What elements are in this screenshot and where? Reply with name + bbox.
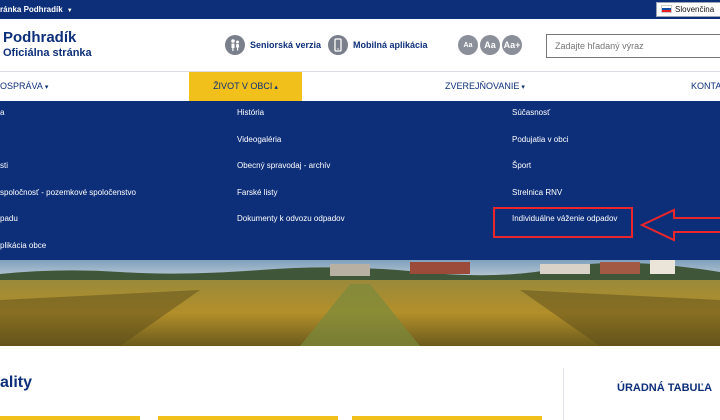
section-title-aktuality: ality [0, 374, 33, 391]
menu-item-podujatia[interactable]: Podujatia v obci [512, 135, 568, 144]
annotation-highlight-box [493, 207, 633, 238]
chevron-down-icon: ▾ [44, 84, 49, 91]
senior-icon [225, 35, 245, 55]
language-label: Slovenčina [675, 5, 715, 14]
menu-item-farske-listy[interactable]: Farské listy [237, 188, 277, 197]
site-header: Podhradík Oficiálna stránka Seniorská ve… [0, 19, 720, 71]
card-accent-bar [0, 416, 140, 420]
menu-item-dokumenty-odpady[interactable]: Dokumenty k odvozu odpadov [237, 214, 345, 223]
nav-label: OSPRÁVA [0, 81, 43, 91]
content-area: ality ÚRADNÁ TABUĽA [0, 346, 720, 420]
nav-item-samosprava[interactable]: OSPRÁVA ▾ [0, 72, 48, 101]
nav-label: KONTA [691, 81, 720, 91]
section-title-uradna-tabula[interactable]: ÚRADNÁ TABUĽA [617, 382, 712, 394]
site-switcher[interactable]: ránka Podhradík ▼ [0, 0, 73, 19]
mobile-app-label: Mobilná aplikácia [353, 40, 428, 50]
card-accent-bar [158, 416, 338, 420]
font-size-large-button[interactable]: Aa+ [502, 35, 522, 55]
menu-item[interactable]: sti [0, 161, 8, 170]
caret-down-icon: ▼ [66, 8, 73, 14]
search-input[interactable] [546, 34, 720, 58]
top-bar: ránka Podhradík ▼ Slovenčina [0, 0, 720, 19]
annotation-arrow-icon [639, 208, 720, 242]
column-divider [563, 368, 564, 420]
menu-item[interactable]: a [0, 108, 4, 117]
site-subtitle: Oficiálna stránka [3, 47, 92, 59]
senior-version-link[interactable]: Seniorská verzia [225, 34, 321, 56]
site-title[interactable]: Podhradík [3, 29, 76, 46]
hero-village-photo [0, 260, 720, 346]
menu-item-sport[interactable]: Šport [512, 161, 531, 170]
slovak-flag-icon [661, 5, 672, 13]
chevron-down-icon: ▾ [521, 84, 525, 91]
language-selector[interactable]: Slovenčina [656, 2, 720, 17]
menu-item-sucasnost[interactable]: Súčasnosť [512, 108, 550, 117]
mobile-app-link[interactable]: Mobilná aplikácia [328, 34, 428, 56]
site-switcher-label: ránka Podhradík [0, 5, 63, 14]
menu-item-obecny-spravodaj[interactable]: Obecný spravodaj - archív [237, 161, 330, 170]
menu-item[interactable]: padu [0, 214, 18, 223]
chevron-up-icon: ▴ [274, 84, 278, 91]
font-size-small-button[interactable]: Aa [458, 35, 478, 55]
senior-version-label: Seniorská verzia [250, 40, 322, 50]
nav-item-zverejnovanie[interactable]: ZVEREJŇOVANIE ▾ [445, 72, 525, 101]
nav-label: ŽIVOT V OBCI [213, 81, 273, 91]
nav-item-zivot-v-obci[interactable]: ŽIVOT V OBCI ▴ [189, 72, 302, 101]
font-size-normal-button[interactable]: Aa [480, 35, 500, 55]
menu-item[interactable]: spoločnosť - pozemkové spoločenstvo [0, 188, 136, 197]
menu-item-strelnica[interactable]: Strelnica RNV [512, 188, 562, 197]
menu-item-historia[interactable]: História [237, 108, 264, 117]
nav-item-kontakt[interactable]: KONTA [691, 72, 720, 101]
mobile-phone-icon [328, 35, 348, 55]
menu-item-videogaleria[interactable]: Videogaléria [237, 135, 281, 144]
nav-label: ZVEREJŇOVANIE [445, 81, 520, 91]
card-accent-bar [352, 416, 542, 420]
main-nav: OSPRÁVA ▾ ŽIVOT V OBCI ▴ ZVEREJŇOVANIE ▾ KO… [0, 71, 720, 101]
menu-item[interactable]: plikácia obce [0, 241, 46, 250]
